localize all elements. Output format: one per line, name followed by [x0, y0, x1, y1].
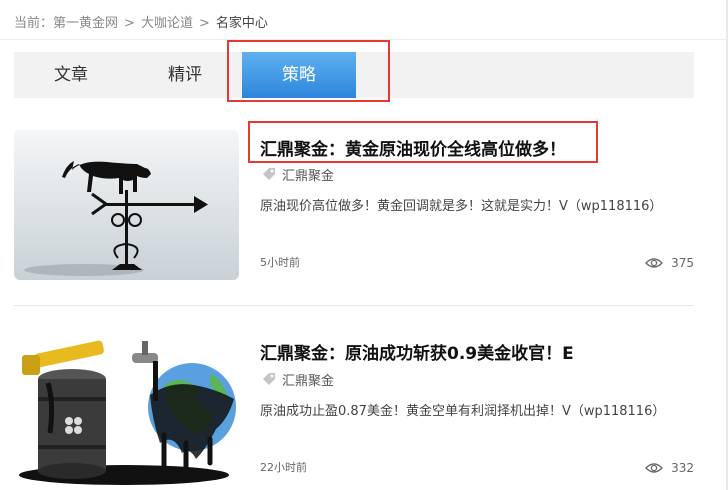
eye-icon [645, 463, 664, 473]
article-time: 22小时前 [260, 461, 307, 474]
eye-icon [645, 258, 664, 268]
breadcrumb-separator: > [124, 16, 135, 31]
bull-weathervane-image [14, 130, 239, 280]
article-tag-label: 汇鼎聚金 [282, 168, 335, 184]
tab-articles[interactable]: 文章 [14, 52, 128, 98]
article-item: 汇鼎聚金：黄金原油现价全线高位做多！ 汇鼎聚金 原油现价高位做多！黄金回调就是多… [14, 130, 694, 290]
breadcrumb-link-home[interactable]: 第一黄金网 [53, 16, 118, 31]
breadcrumb-separator: > [198, 16, 210, 31]
article-views: 375 [645, 256, 694, 270]
article-summary: 原油现价高位做多！黄金回调就是多！这就是实力！V（wp118116） [260, 199, 663, 214]
article-tag[interactable]: 汇鼎聚金 [262, 166, 335, 184]
breadcrumb: 当前：第一黄金网 > 大咖论道 > 名家中心 [14, 12, 268, 31]
tag-icon [263, 373, 275, 385]
tab-bar: 文章 精评 策略 [14, 52, 694, 98]
article-views-count: 332 [671, 461, 694, 475]
breadcrumb-prefix: 当前： [14, 16, 54, 31]
article-summary: 原油成功止盈0.87美金！黄金空单有利润择机出掉！V（wp118116） [260, 404, 666, 419]
article-thumbnail[interactable] [14, 335, 239, 485]
article-item: 汇鼎聚金：原油成功斩获0.9美金收官！E 汇鼎聚金 原油成功止盈0.87美金！黄… [14, 335, 694, 490]
article-time: 5小时前 [260, 256, 300, 269]
breadcrumb-divider [0, 39, 728, 40]
article-title[interactable]: 汇鼎聚金：原油成功斩获0.9美金收官！E [260, 339, 574, 364]
article-tag-label: 汇鼎聚金 [282, 373, 335, 389]
oil-barrel-globe-image [14, 335, 239, 485]
breadcrumb-current: 名家中心 [215, 16, 268, 31]
tag-icon [263, 168, 275, 180]
article-tag[interactable]: 汇鼎聚金 [262, 371, 335, 389]
tab-commentary[interactable]: 精评 [128, 52, 242, 98]
article-divider [14, 305, 694, 306]
breadcrumb-link-column[interactable]: 大咖论道 [141, 16, 193, 31]
article-views: 332 [645, 461, 694, 475]
tab-strategy[interactable]: 策略 [242, 52, 356, 98]
article-thumbnail[interactable] [14, 130, 239, 280]
article-title[interactable]: 汇鼎聚金：黄金原油现价全线高位做多！ [260, 135, 566, 160]
article-views-count: 375 [671, 256, 694, 270]
